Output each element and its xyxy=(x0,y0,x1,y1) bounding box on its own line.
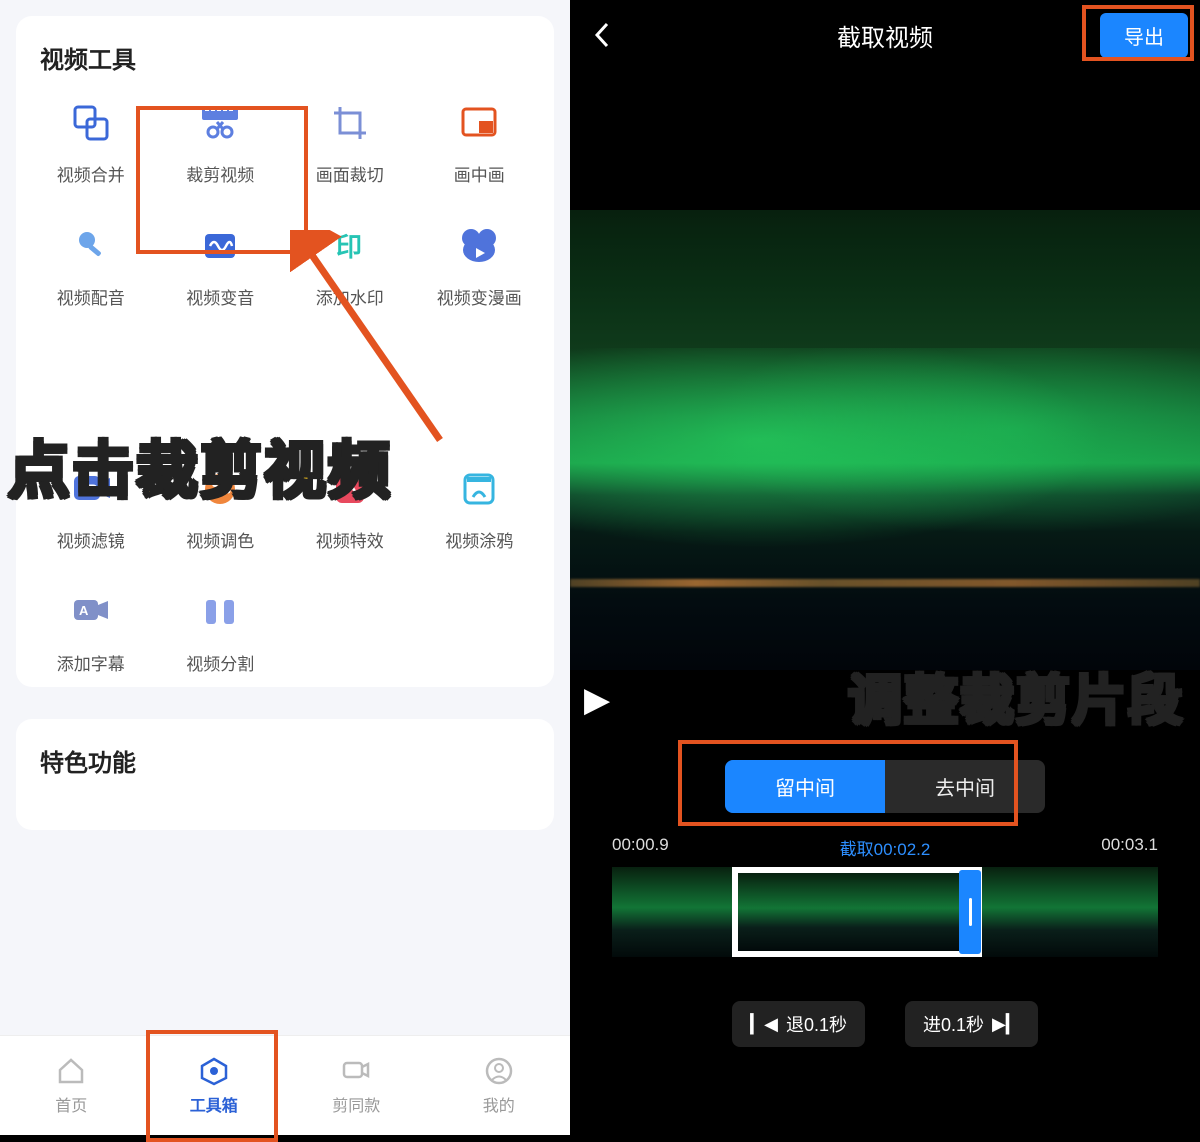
tool-label: 添加水印 xyxy=(316,284,384,309)
time-end: 00:03.1 xyxy=(1101,835,1158,855)
tool-label: 视频分割 xyxy=(186,650,254,675)
play-button[interactable]: ▶ xyxy=(584,680,610,720)
watermark-icon: 印 xyxy=(326,222,374,270)
nudge-forward-button[interactable]: 进0.1秒 ▶▎ xyxy=(905,1001,1038,1047)
tool-watermark[interactable]: 印 添加水印 xyxy=(287,222,413,309)
skip-back-icon: ▎◀ xyxy=(750,1014,778,1035)
clip-screen: 截取视频 导出 调整裁剪片段 ▶ 留中间 去中间 00:00.9 截取00:02… xyxy=(570,0,1200,1135)
subtitle-icon: A xyxy=(67,588,115,636)
tool-label: 视频特效 xyxy=(316,527,384,552)
tool-split[interactable]: 视频分割 xyxy=(158,588,284,675)
tool-doodle[interactable]: 视频涂鸦 xyxy=(417,465,543,552)
tool-voice-change[interactable]: 视频变音 xyxy=(158,222,284,309)
templates-icon xyxy=(341,1056,371,1086)
back-button[interactable] xyxy=(582,15,622,55)
home-icon xyxy=(56,1056,86,1086)
crop-icon xyxy=(326,99,374,147)
tool-label: 视频合并 xyxy=(57,161,125,186)
nav-label: 工具箱 xyxy=(190,1092,238,1116)
split-icon xyxy=(196,588,244,636)
tool-video-merge[interactable]: 视频合并 xyxy=(28,99,154,186)
screen-title: 截取视频 xyxy=(837,18,933,53)
nav-label: 我的 xyxy=(483,1092,515,1116)
video-frame xyxy=(570,210,1200,670)
nudge-back-button[interactable]: ▎◀ 退0.1秒 xyxy=(732,1001,865,1047)
tool-label: 视频配音 xyxy=(57,284,125,309)
mic-icon xyxy=(67,222,115,270)
tool-label: 画中画 xyxy=(454,161,505,186)
time-row: 00:00.9 截取00:02.2 00:03.1 xyxy=(570,813,1200,863)
seg-remove-middle[interactable]: 去中间 xyxy=(885,760,1045,813)
svg-text:印: 印 xyxy=(336,232,362,262)
featured-card: 特色功能 xyxy=(16,719,554,830)
nav-home[interactable]: 首页 xyxy=(0,1036,143,1135)
nudge-fwd-label: 进0.1秒 xyxy=(923,1011,984,1037)
time-start: 00:00.9 xyxy=(612,835,669,855)
tool-grid: 视频合并 裁剪视频 画面裁切 画中画 xyxy=(28,99,542,675)
nav-toolbox[interactable]: 工具箱 xyxy=(143,1036,286,1135)
nav-label: 剪同款 xyxy=(332,1092,380,1116)
tool-label: 视频调色 xyxy=(186,527,254,552)
top-bar: 截取视频 导出 xyxy=(570,0,1200,70)
seg-keep-middle[interactable]: 留中间 xyxy=(725,760,885,813)
tool-subtitle[interactable]: A 添加字幕 xyxy=(28,588,154,675)
video-preview xyxy=(570,210,1200,670)
callout-text-2: 调整裁剪片段 xyxy=(848,656,1184,735)
tool-cartoon[interactable]: 视频变漫画 xyxy=(417,222,543,309)
bottom-nav: 首页 工具箱 剪同款 我的 xyxy=(0,1035,570,1135)
callout-text: 点击裁剪视频 xyxy=(8,420,392,510)
pip-icon xyxy=(455,99,503,147)
tool-label: 视频涂鸦 xyxy=(445,527,513,552)
merge-icon xyxy=(67,99,115,147)
timeline-selection[interactable] xyxy=(732,867,982,957)
section-title: 视频工具 xyxy=(40,40,530,75)
time-clip: 截取00:02.2 xyxy=(840,835,931,860)
toolbox-icon xyxy=(199,1056,229,1086)
timeline-handle[interactable] xyxy=(959,870,981,954)
chevron-left-icon xyxy=(592,20,612,50)
tool-label: 视频变漫画 xyxy=(437,284,522,309)
nav-templates[interactable]: 剪同款 xyxy=(285,1036,428,1135)
timeline[interactable] xyxy=(612,867,1158,957)
section-title-2: 特色功能 xyxy=(40,743,530,778)
tools-screen: 视频工具 视频合并 裁剪视频 画面裁切 xyxy=(0,0,570,1135)
tool-label: 添加字幕 xyxy=(57,650,125,675)
nav-mine[interactable]: 我的 xyxy=(428,1036,571,1135)
tool-pip[interactable]: 画中画 xyxy=(417,99,543,186)
segment-control: 留中间 去中间 xyxy=(725,760,1045,813)
tool-label: 裁剪视频 xyxy=(186,161,254,186)
tool-dubbing[interactable]: 视频配音 xyxy=(28,222,154,309)
nudge-controls: ▎◀ 退0.1秒 进0.1秒 ▶▎ xyxy=(570,1001,1200,1047)
nav-label: 首页 xyxy=(55,1092,87,1116)
nudge-back-label: 退0.1秒 xyxy=(786,1011,847,1037)
tool-label: 视频滤镜 xyxy=(57,527,125,552)
cartoon-icon xyxy=(455,222,503,270)
tool-crop[interactable]: 画面裁切 xyxy=(287,99,413,186)
wave-icon xyxy=(196,222,244,270)
profile-icon xyxy=(484,1056,514,1086)
svg-text:A: A xyxy=(79,603,89,618)
tool-trim-video[interactable]: 裁剪视频 xyxy=(158,99,284,186)
tool-label: 视频变音 xyxy=(186,284,254,309)
cut-icon xyxy=(196,99,244,147)
tool-label: 画面裁切 xyxy=(316,161,384,186)
export-button[interactable]: 导出 xyxy=(1100,13,1188,58)
skip-forward-icon: ▶▎ xyxy=(992,1014,1020,1035)
video-tools-card: 视频工具 视频合并 裁剪视频 画面裁切 xyxy=(16,16,554,687)
doodle-icon xyxy=(455,465,503,513)
